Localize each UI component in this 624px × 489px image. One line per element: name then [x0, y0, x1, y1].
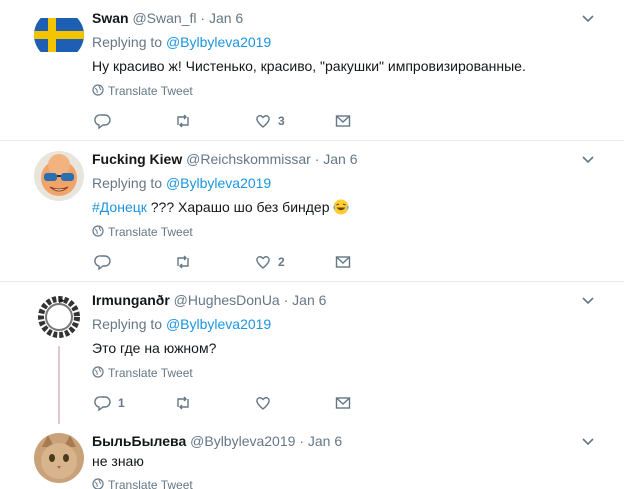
direct-message-button[interactable] [334, 110, 352, 132]
user-handle[interactable]: @Swan_fl [132, 10, 196, 26]
display-name[interactable]: Fucking Kiew [92, 151, 182, 167]
reply-icon [94, 114, 111, 130]
translate-tweet-button[interactable]: Translate Tweet [92, 366, 193, 380]
separator-dot: · [283, 292, 289, 308]
tweet-date[interactable]: Jan 6 [308, 433, 342, 449]
user-handle[interactable]: @Bylbyleva2019 [190, 433, 295, 449]
replying-to: Replying to @Bylbyleva2019 [92, 316, 271, 332]
cartoon-face-avatar-icon [34, 151, 84, 201]
replying-prefix: Replying to [92, 34, 163, 50]
translate-tweet-button[interactable]: Translate Tweet [92, 225, 193, 239]
tweet-text: не знаю [92, 453, 144, 469]
tweet-actions: 3 [92, 110, 362, 132]
tweet-date[interactable]: Jan 6 [209, 10, 243, 26]
tweet[interactable]: Swan @Swan_fl · Jan 6 Replying to @Bylby… [0, 0, 624, 141]
like-button[interactable]: 2 [254, 251, 285, 273]
translate-tweet-button[interactable]: Translate Tweet [92, 84, 193, 98]
globe-icon [92, 366, 104, 378]
ouroboros-serpent-avatar-icon [34, 292, 84, 342]
replying-prefix: Replying to [92, 316, 163, 332]
translate-tweet-button[interactable]: Translate Tweet [92, 478, 193, 489]
display-name[interactable]: БыльБылева [92, 433, 186, 449]
chevron-down-icon[interactable] [580, 433, 596, 449]
retweet-icon [177, 255, 189, 269]
hashtag-link[interactable]: #Донецк [92, 199, 147, 215]
globe-icon [92, 478, 104, 489]
chevron-down-icon[interactable] [580, 10, 596, 26]
laughing-emoji-icon [333, 199, 350, 215]
tweet[interactable]: Irmunganðr @HughesDonUa · Jan 6 Replying… [0, 282, 624, 422]
direct-message-button[interactable] [334, 392, 352, 414]
tweet-text: Ну красиво ж! Чистенько, красиво, "ракуш… [92, 58, 526, 74]
tweet-actions: 2 [92, 251, 362, 273]
heart-icon [256, 397, 270, 410]
user-handle[interactable]: @HughesDonUa [174, 292, 280, 308]
display-name[interactable]: Swan [92, 10, 129, 26]
globe-icon [92, 225, 104, 237]
envelope-icon [335, 115, 351, 127]
retweet-icon [177, 396, 189, 410]
reply-button[interactable]: 1 [94, 392, 125, 414]
tweet-header: Irmunganðr @HughesDonUa · Jan 6 [92, 292, 326, 308]
tweet-text: Это где на южном? [92, 340, 217, 356]
replying-prefix: Replying to [92, 175, 163, 191]
tweet[interactable]: БыльБылева @Bylbyleva2019 · Jan 6 не зна… [0, 423, 624, 489]
tweet-text: #Донецк ??? Харашо шо без биндер [92, 199, 350, 215]
reply-icon [94, 255, 111, 271]
like-button[interactable] [254, 392, 278, 414]
like-count: 3 [278, 114, 285, 128]
retweet-button[interactable] [174, 392, 198, 414]
like-button[interactable]: 3 [254, 110, 285, 132]
translate-label: Translate Tweet [108, 84, 193, 98]
replying-to-link[interactable]: @Bylbyleva2019 [166, 175, 271, 191]
translate-label: Translate Tweet [108, 225, 193, 239]
globe-icon [92, 84, 104, 96]
retweet-button[interactable] [174, 110, 198, 132]
retweet-button[interactable] [174, 251, 198, 273]
tweet-header: Fucking Kiew @Reichskommissar · Jan 6 [92, 151, 358, 167]
tweet[interactable]: Fucking Kiew @Reichskommissar · Jan 6 Re… [0, 141, 624, 282]
separator-dot: · [314, 151, 320, 167]
direct-message-button[interactable] [334, 251, 352, 273]
separator-dot: · [200, 10, 206, 26]
avatar[interactable] [34, 151, 84, 201]
display-name[interactable]: Irmunganðr [92, 292, 170, 308]
translate-label: Translate Tweet [108, 366, 193, 380]
chevron-down-icon[interactable] [580, 292, 596, 308]
reply-button[interactable] [94, 110, 118, 132]
separator-dot: · [299, 433, 304, 449]
avatar[interactable] [34, 433, 84, 483]
user-handle[interactable]: @Reichskommissar [186, 151, 311, 167]
avatar[interactable] [34, 10, 84, 60]
envelope-icon [335, 256, 351, 268]
envelope-icon [335, 397, 351, 409]
avatar[interactable] [34, 292, 84, 342]
tweet-header: БыльБылева @Bylbyleva2019 · Jan 6 [92, 433, 342, 449]
reply-icon [94, 396, 111, 412]
heart-icon [256, 115, 270, 128]
tweet-date[interactable]: Jan 6 [292, 292, 326, 308]
chevron-down-icon[interactable] [580, 151, 596, 167]
swedish-flag-avatar-icon [34, 10, 84, 60]
replying-to: Replying to @Bylbyleva2019 [92, 34, 271, 50]
reply-count: 1 [118, 396, 125, 410]
tweet-date[interactable]: Jan 6 [323, 151, 357, 167]
retweet-icon [177, 114, 189, 128]
replying-to-link[interactable]: @Bylbyleva2019 [166, 34, 271, 50]
cat-avatar-icon [34, 433, 84, 483]
tweet-text-body: ??? Харашо шо без биндер [146, 199, 334, 215]
replying-to-link[interactable]: @Bylbyleva2019 [166, 316, 271, 332]
like-count: 2 [278, 255, 285, 269]
tweet-header: Swan @Swan_fl · Jan 6 [92, 10, 243, 26]
replying-to: Replying to @Bylbyleva2019 [92, 175, 271, 191]
tweet-actions: 1 [92, 392, 362, 414]
heart-icon [256, 256, 270, 269]
reply-button[interactable] [94, 251, 118, 273]
translate-label: Translate Tweet [108, 478, 193, 489]
